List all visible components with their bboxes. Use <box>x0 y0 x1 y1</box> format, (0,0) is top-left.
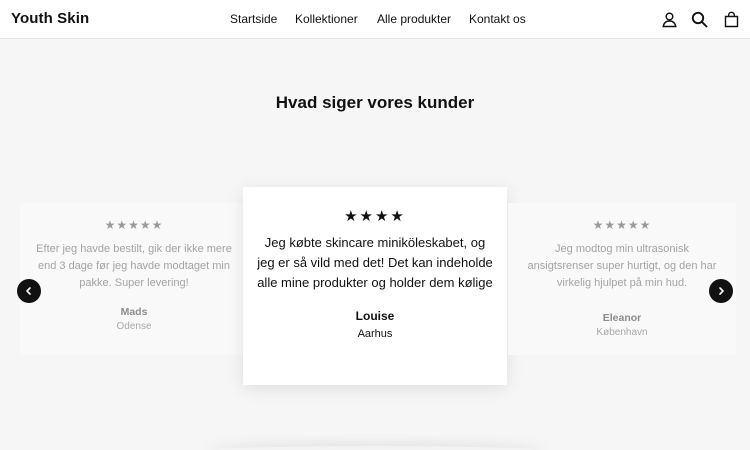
testimonial-author: Louise <box>355 309 395 323</box>
testimonial-city: København <box>596 327 648 338</box>
testimonial-author: Mads <box>120 306 148 318</box>
testimonial-city: Odense <box>116 321 152 332</box>
nav-link-kontakt-os[interactable]: Kontakt os <box>469 12 526 26</box>
cart-icon[interactable] <box>723 11 740 28</box>
testimonial-city: Aarhus <box>357 328 393 340</box>
main-nav: Startside Kollektioner Alle produkter Ko… <box>0 12 750 28</box>
testimonial-quote: Jeg modtog min ultrasonisk ansigtsrenser… <box>527 243 717 289</box>
chevron-left-icon <box>26 287 31 295</box>
rating-stars: ★★★★ <box>344 208 406 225</box>
nav-link-kollektioner[interactable]: Kollektioner <box>295 12 358 26</box>
next-section-edge <box>205 446 545 450</box>
site-header: Youth Skin Startside Kollektioner Alle p… <box>0 0 750 39</box>
testimonial-author: Eleanor <box>602 312 642 324</box>
search-icon[interactable] <box>691 11 708 28</box>
testimonial-card-louise: ★★★★ Jeg købte skincare miniköleskabet, … <box>243 187 507 385</box>
testimonial-quote: Jeg købte skincare miniköleskabet, og je… <box>257 235 493 290</box>
user-icon[interactable] <box>661 11 678 28</box>
rating-stars: ★★★★★ <box>592 218 652 232</box>
testimonial-card-eleanor: ★★★★★ Jeg modtog min ultrasonisk ansigts… <box>508 203 736 355</box>
nav-link-alle-produkter[interactable]: Alle produkter <box>377 12 451 26</box>
nav-link-startside[interactable]: Startside <box>230 12 277 26</box>
chevron-right-icon <box>719 287 724 295</box>
carousel-next-button[interactable] <box>709 279 733 303</box>
carousel-prev-button[interactable] <box>17 279 41 303</box>
testimonial-card-mads: ★★★★★ Efter jeg havde bestilt, gik der i… <box>20 203 248 355</box>
testimonial-quote: Efter jeg havde bestilt, gik der ikke me… <box>36 243 232 289</box>
testimonials-title: Hvad siger vores kunder <box>275 93 475 112</box>
rating-stars: ★★★★★ <box>104 218 164 232</box>
